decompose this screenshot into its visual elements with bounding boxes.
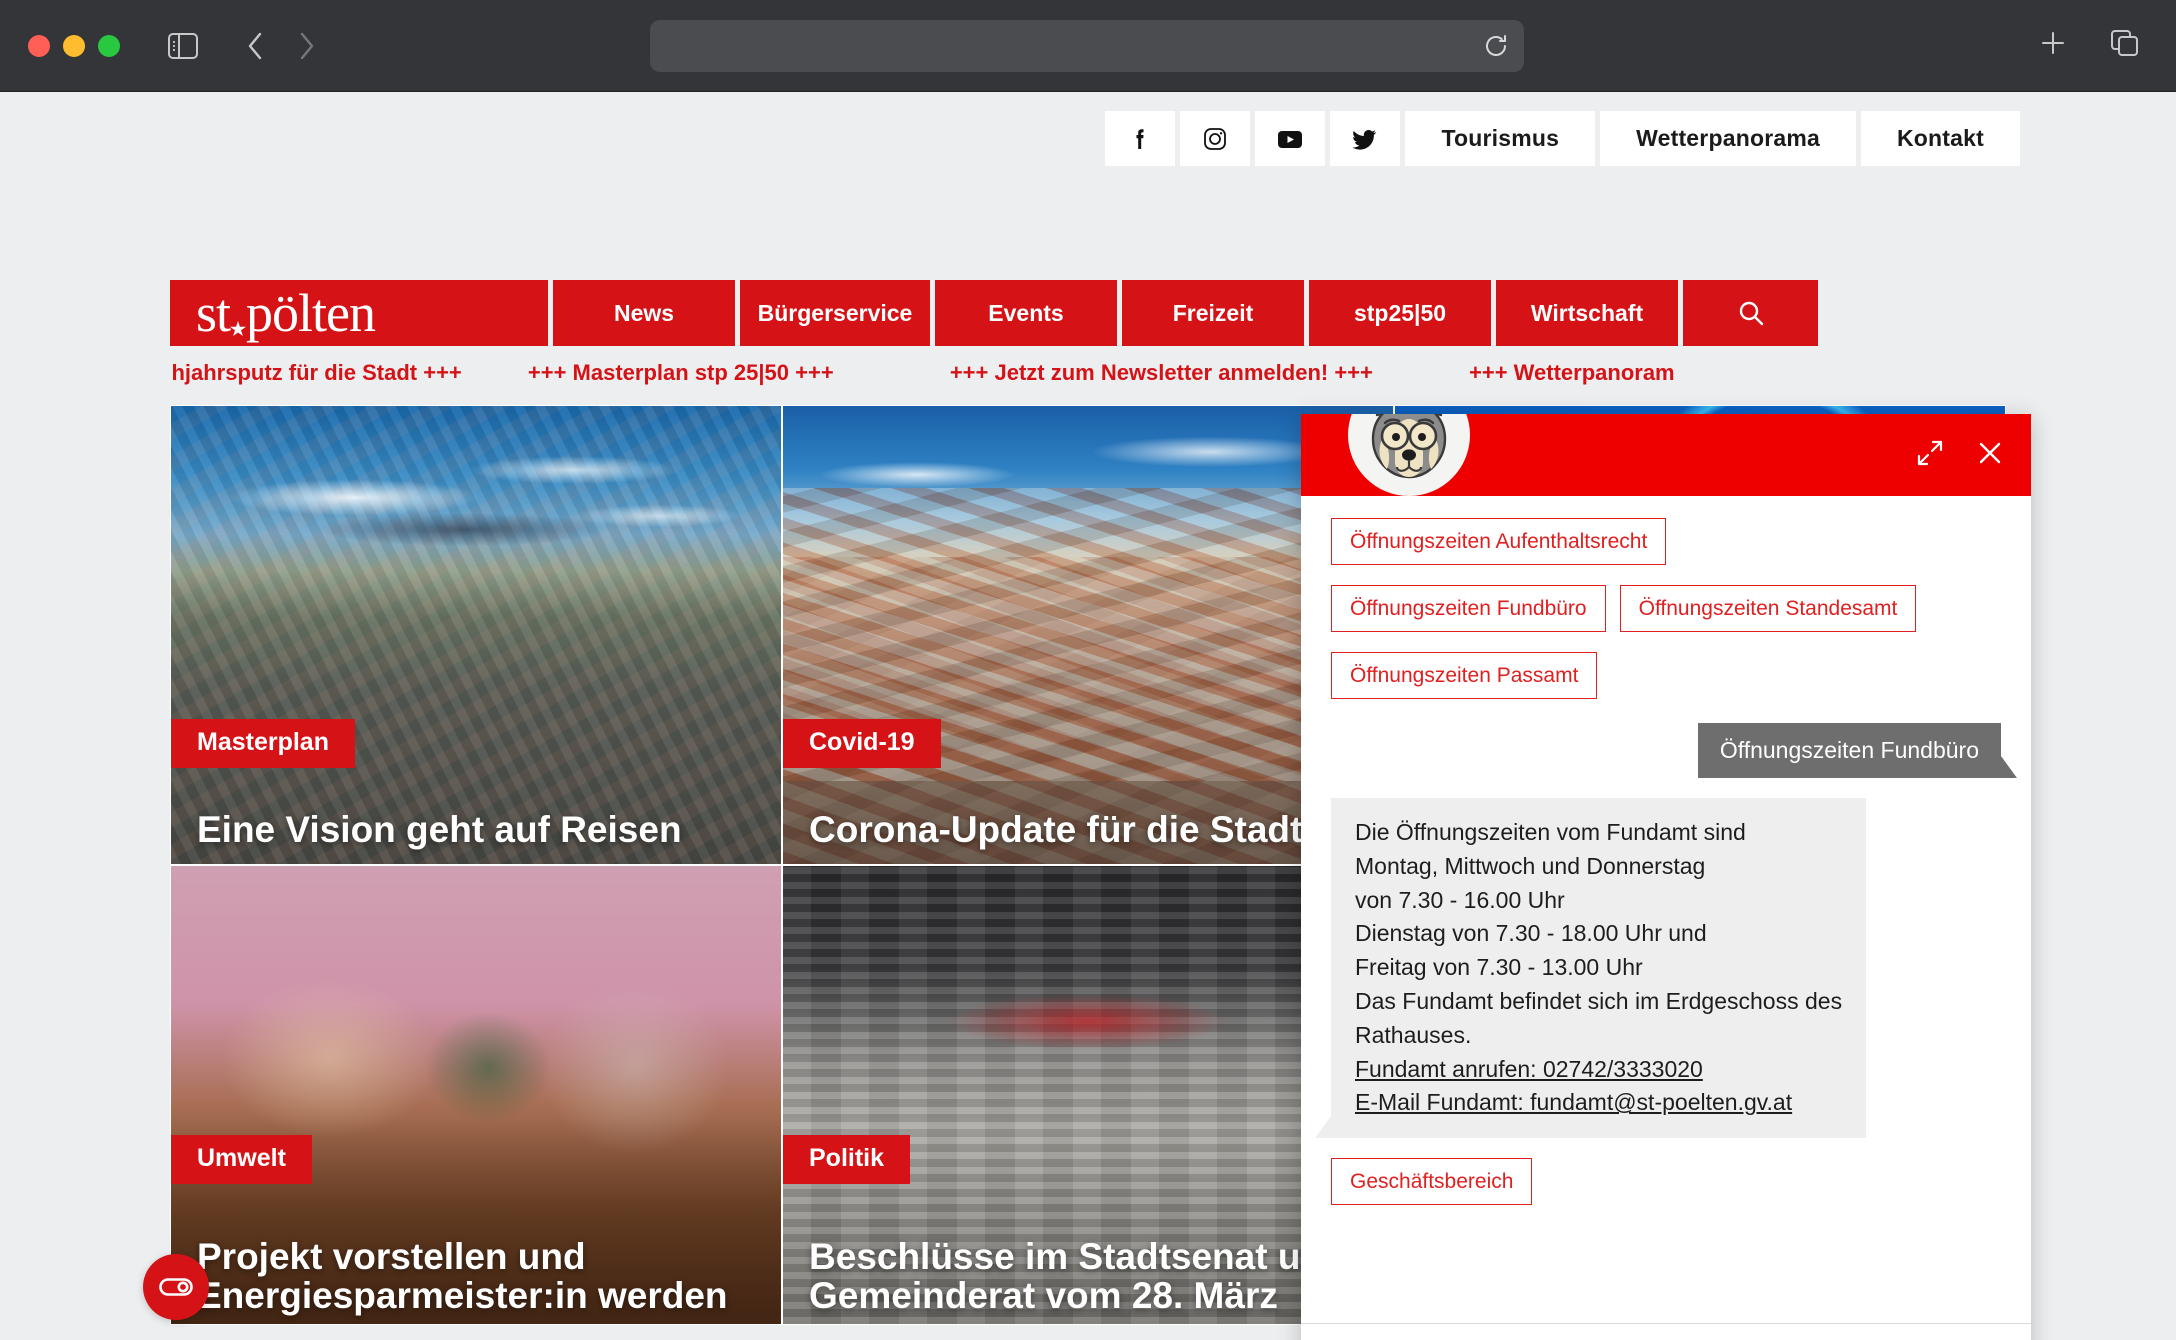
chatbot-input-area bbox=[1301, 1323, 2031, 1340]
bot-email-link[interactable]: E-Mail Fundamt: fundamt@st-poelten.gv.at bbox=[1355, 1086, 1842, 1120]
chevron-left-icon[interactable] bbox=[232, 23, 278, 69]
bot-message-bubble: Die Öffnungszeiten vom Fundamt sind Mont… bbox=[1314, 798, 1867, 1139]
quick-reply-row-bottom: Öffnungszeiten Passamt bbox=[1331, 652, 2001, 699]
chrome-right-controls bbox=[2030, 20, 2148, 66]
ticker-item-4[interactable]: +++ Wetterpanoram bbox=[1469, 360, 1675, 386]
close-icon[interactable] bbox=[1975, 438, 2005, 473]
quick-reply-oeffnungszeiten-aufenthaltsrecht[interactable]: Öffnungszeiten Aufenthaltsrecht bbox=[1331, 518, 1667, 565]
user-message-bubble: Öffnungszeiten Fundbüro bbox=[1697, 723, 2018, 778]
nav-item-wirtschaft[interactable]: Wirtschaft bbox=[1496, 280, 1678, 346]
main-navigation: st pölten News Bürgerservice Events Freiz… bbox=[170, 280, 1818, 346]
ticker-item-1[interactable]: ühjahrsputz für die Stadt +++ bbox=[170, 360, 462, 386]
card-title: Eine Vision geht auf Reisen bbox=[197, 809, 682, 851]
bot-line: Freitag von 7.30 - 13.00 Uhr bbox=[1355, 954, 1643, 981]
bot-message-row: Die Öffnungszeiten vom Fundamt sind Mont… bbox=[1314, 798, 2001, 1139]
minimize-window-button[interactable] bbox=[63, 34, 85, 57]
browser-chrome bbox=[0, 0, 2176, 92]
youtube-icon[interactable] bbox=[1255, 111, 1326, 166]
utility-link-kontakt[interactable]: Kontakt bbox=[1860, 111, 2020, 166]
utility-bar: Tourismus Wetterpanorama Kontakt bbox=[0, 111, 2176, 166]
card-title: Corona-Update für die Stadt bbox=[809, 809, 1303, 851]
chatbot-header bbox=[1301, 414, 2031, 496]
card-badge: Covid-19 bbox=[783, 719, 941, 768]
bot-line: Die Öffnungszeiten vom Fundamt sind bbox=[1355, 819, 1746, 845]
chatbot-conversation: Öffnungszeiten Aufenthaltsrecht Öffnungs… bbox=[1301, 496, 2031, 1323]
user-message-row: Öffnungszeiten Fundbüro bbox=[1331, 723, 2018, 778]
site-logo-text: st pölten bbox=[196, 283, 376, 343]
wolf-avatar-icon bbox=[1348, 414, 1470, 496]
utility-link-tourismus[interactable]: Tourismus bbox=[1405, 111, 1596, 166]
nav-item-buergerservice[interactable]: Bürgerservice bbox=[740, 280, 930, 346]
zoom-window-button[interactable] bbox=[98, 34, 120, 57]
card-badge: Umwelt bbox=[171, 1135, 312, 1184]
card-badge: Politik bbox=[783, 1135, 911, 1184]
window-controls bbox=[28, 34, 120, 57]
news-ticker: ühjahrsputz für die Stadt +++ +++ Master… bbox=[170, 360, 2006, 396]
ticker-item-3[interactable]: +++ Jetzt zum Newsletter anmelden! +++ bbox=[950, 360, 1373, 386]
sidebar-icon[interactable] bbox=[160, 23, 206, 69]
expand-icon[interactable] bbox=[1915, 438, 1945, 473]
plus-icon[interactable] bbox=[2030, 20, 2076, 66]
nav-item-events[interactable]: Events bbox=[935, 280, 1117, 346]
ticker-item-2[interactable]: +++ Masterplan stp 25|50 +++ bbox=[528, 360, 834, 386]
site-logo[interactable]: st pölten bbox=[170, 280, 548, 346]
news-card[interactable]: Masterplan Eine Vision geht auf Reisen bbox=[170, 405, 782, 865]
quick-reply-oeffnungszeiten-passamt[interactable]: Öffnungszeiten Passamt bbox=[1331, 652, 1598, 699]
quick-reply-oeffnungszeiten-standesamt[interactable]: Öffnungszeiten Standesamt bbox=[1619, 585, 1917, 632]
close-window-button[interactable] bbox=[28, 34, 50, 57]
quick-reply-row-top: Öffnungszeiten Aufenthaltsrecht bbox=[1331, 518, 2001, 565]
star-icon bbox=[230, 292, 247, 336]
reload-icon[interactable] bbox=[1472, 22, 1520, 70]
quick-reply-row-mid: Öffnungszeiten Fundbüro Öffnungszeiten S… bbox=[1331, 585, 2001, 632]
bot-phone-link[interactable]: Fundamt anrufen: 02742/3333020 bbox=[1355, 1053, 1842, 1087]
card-badge: Masterplan bbox=[171, 719, 355, 768]
search-icon[interactable] bbox=[1683, 280, 1818, 346]
card-title: Beschlüsse im Stadtsenat und Gemeinderat… bbox=[809, 1235, 1346, 1317]
quick-reply-geschaeftsbereich[interactable]: Geschäftsbereich bbox=[1331, 1158, 1533, 1206]
news-card[interactable]: Umwelt Projekt vorstellen und Energiespa… bbox=[170, 865, 782, 1325]
url-bar[interactable] bbox=[650, 20, 1524, 72]
utility-bar-items: Tourismus Wetterpanorama Kontakt bbox=[1105, 111, 2020, 166]
nav-item-freizeit[interactable]: Freizeit bbox=[1122, 280, 1304, 346]
instagram-icon[interactable] bbox=[1180, 111, 1251, 166]
accessibility-toggle-icon[interactable] bbox=[143, 1254, 209, 1320]
bot-line: Das Fundamt befindet sich im Erdgeschoss… bbox=[1355, 987, 1843, 1014]
twitter-icon[interactable] bbox=[1330, 111, 1401, 166]
quick-reply-row-after: Geschäftsbereich bbox=[1331, 1158, 2001, 1206]
tabs-icon[interactable] bbox=[2102, 20, 2148, 66]
nav-item-stp2550[interactable]: stp25|50 bbox=[1309, 280, 1491, 346]
nav-item-news[interactable]: News bbox=[553, 280, 735, 346]
card-image-aerial-city bbox=[171, 406, 781, 864]
facebook-icon[interactable] bbox=[1105, 111, 1176, 166]
chevron-right-icon[interactable] bbox=[284, 23, 330, 69]
card-title: Projekt vorstellen und Energiesparmeiste… bbox=[197, 1235, 728, 1317]
web-page: Tourismus Wetterpanorama Kontakt st pölte… bbox=[0, 92, 2176, 1340]
bot-line: Montag, Mittwoch und Donnerstag bbox=[1355, 852, 1706, 879]
bot-line: Dienstag von 7.30 - 18.00 Uhr und bbox=[1355, 920, 1707, 947]
bot-line: Rathauses. bbox=[1355, 1021, 1472, 1048]
chatbot-panel: Öffnungszeiten Aufenthaltsrecht Öffnungs… bbox=[1301, 414, 2031, 1340]
bot-line: von 7.30 - 16.00 Uhr bbox=[1355, 886, 1565, 913]
quick-reply-oeffnungszeiten-fundbuero[interactable]: Öffnungszeiten Fundbüro bbox=[1331, 585, 1606, 632]
utility-link-wetterpanorama[interactable]: Wetterpanorama bbox=[1600, 111, 1856, 166]
